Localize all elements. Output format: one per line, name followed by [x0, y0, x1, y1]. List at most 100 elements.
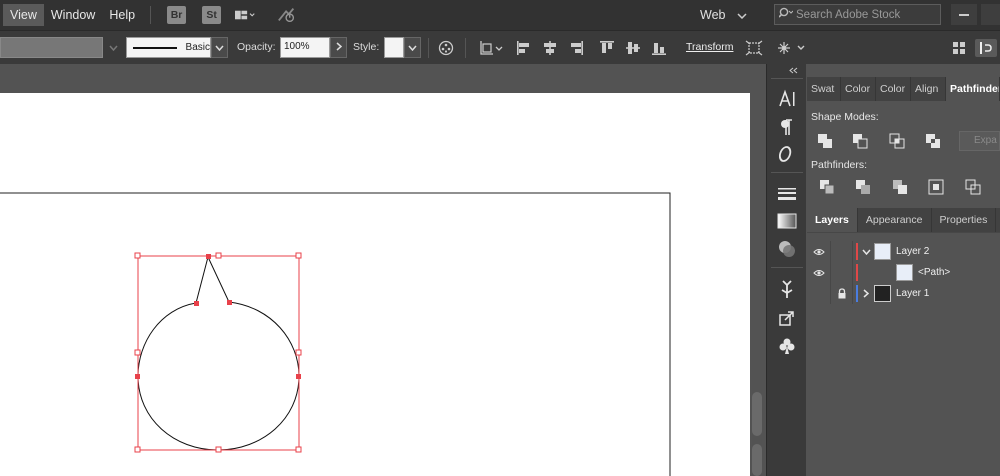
layer-list-top-border	[807, 232, 1000, 233]
tab-swatches[interactable]: Swat	[807, 77, 841, 101]
tab-properties[interactable]: Properties	[932, 208, 997, 232]
trim-icon[interactable]	[855, 179, 871, 195]
arrange-documents-icon[interactable]	[235, 6, 255, 24]
layer-thumbnail	[874, 285, 891, 302]
path-name[interactable]: <Path>	[918, 267, 950, 278]
layer-row-layer-1[interactable]: Layer 1	[807, 283, 1000, 304]
fill-dropdown[interactable]	[104, 37, 122, 58]
transform-link[interactable]: Transform	[686, 41, 733, 53]
exclude-icon[interactable]	[925, 133, 941, 149]
align-to-icon[interactable]	[478, 39, 504, 57]
style-dropdown[interactable]	[404, 37, 421, 58]
club-symbol-icon[interactable]	[776, 335, 798, 357]
opacity-slider-button[interactable]	[330, 37, 347, 58]
graphic-style-swatch[interactable]	[384, 37, 404, 58]
layers-panel: Layers Appearance Properties Layer 2 <Pa…	[807, 208, 1000, 476]
visibility-eye-icon[interactable]	[807, 262, 831, 283]
tab-layers[interactable]: Layers	[807, 208, 858, 232]
workspace-switcher[interactable]: Web	[700, 4, 748, 26]
maximize-button[interactable]	[981, 4, 1000, 25]
chevron-right-icon[interactable]	[858, 283, 874, 304]
separator	[771, 78, 803, 79]
layer-name[interactable]: Layer 2	[896, 246, 929, 257]
opentype-panel-icon[interactable]	[776, 143, 798, 165]
tab-color[interactable]: Color	[841, 77, 876, 101]
unite-icon[interactable]	[817, 133, 833, 149]
vertical-scrollbar-thumb[interactable]	[752, 392, 762, 436]
selection-bounding-box[interactable]	[137, 255, 300, 451]
style-label: Style:	[353, 41, 380, 53]
isolate-object-icon[interactable]	[745, 39, 763, 57]
artwork-layer	[0, 192, 671, 476]
tab-appearance[interactable]: Appearance	[858, 208, 932, 232]
arrange-panels-icon[interactable]	[950, 39, 968, 57]
chevron-down-icon	[737, 8, 748, 22]
minimize-button[interactable]	[951, 4, 977, 25]
tab-pathfinder[interactable]: Pathfinder	[946, 77, 1000, 101]
pathfinders-label: Pathfinders:	[811, 159, 868, 171]
chevron-down-icon[interactable]	[858, 241, 874, 262]
separator	[771, 267, 803, 268]
scrollbar-lower-thumb[interactable]	[752, 444, 762, 476]
fill-swatch[interactable]	[0, 37, 103, 58]
tab-align[interactable]: Align	[911, 77, 946, 101]
collapse-dock-icon[interactable]	[789, 66, 798, 76]
search-input[interactable]	[796, 8, 936, 21]
gpu-performance-icon[interactable]	[277, 6, 297, 24]
anchor-points[interactable]	[135, 254, 301, 379]
control-bar: Basic Opacity: 100% Style: Transform	[0, 30, 1000, 64]
align-top-icon[interactable]	[598, 39, 616, 57]
opacity-label[interactable]: Opacity:	[237, 41, 276, 53]
separator	[465, 38, 466, 58]
stock-button[interactable]: St	[202, 6, 222, 24]
align-left-icon[interactable]	[515, 39, 533, 57]
tab-color-guide[interactable]: Color	[876, 77, 911, 101]
crop-icon[interactable]	[928, 179, 944, 195]
gradient-panel-icon[interactable]	[776, 210, 798, 232]
expand-button[interactable]: Expa	[959, 131, 1000, 151]
panel-menu-icon[interactable]	[975, 39, 997, 57]
artboard-border	[0, 192, 671, 476]
minus-front-icon[interactable]	[852, 133, 868, 149]
layer-name[interactable]: Layer 1	[896, 288, 929, 299]
transparency-panel-icon[interactable]	[776, 238, 798, 260]
character-panel-icon[interactable]	[776, 88, 798, 110]
outline-icon[interactable]	[965, 179, 981, 195]
stroke-dropdown[interactable]	[211, 37, 228, 58]
align-bottom-icon[interactable]	[650, 39, 668, 57]
layer-row-path[interactable]: <Path>	[807, 262, 1000, 283]
pathfinder-panel: Swat Color Color Align Pathfinder Shape …	[807, 77, 1000, 202]
lock-icon[interactable]	[831, 283, 853, 304]
opacity-field[interactable]: 100%	[280, 37, 330, 58]
merge-icon[interactable]	[892, 179, 908, 195]
separator	[428, 38, 429, 58]
align-horizontal-center-icon[interactable]	[541, 39, 559, 57]
collapsed-panel-dock	[766, 64, 806, 476]
menu-view[interactable]: View	[3, 4, 44, 26]
layer-row-layer-2[interactable]: Layer 2	[807, 241, 1000, 262]
document-tab-area	[0, 64, 766, 93]
align-right-icon[interactable]	[567, 39, 585, 57]
lock-toggle[interactable]	[831, 262, 853, 283]
layer-thumbnail	[874, 243, 891, 260]
bridge-button[interactable]: Br	[167, 6, 187, 24]
intersect-icon[interactable]	[889, 133, 905, 149]
selected-path[interactable]	[137, 255, 300, 451]
menu-help[interactable]: Help	[102, 4, 142, 26]
stroke-profile[interactable]: Basic	[126, 37, 211, 58]
menu-window[interactable]: Window	[44, 4, 102, 26]
align-vertical-center-icon[interactable]	[624, 39, 642, 57]
visibility-eye-icon[interactable]	[807, 241, 831, 262]
stock-search[interactable]	[774, 4, 941, 25]
puppet-warp-icon[interactable]	[776, 39, 808, 57]
indent-spacer	[858, 262, 896, 283]
stroke-panel-icon[interactable]	[776, 183, 798, 205]
symbols-panel-icon[interactable]	[776, 278, 798, 300]
lock-toggle[interactable]	[831, 241, 853, 262]
visibility-toggle[interactable]	[807, 283, 831, 304]
paragraph-panel-icon[interactable]	[776, 116, 798, 138]
bounding-box-handles[interactable]	[134, 252, 302, 453]
asset-export-panel-icon[interactable]	[776, 307, 798, 329]
divide-icon[interactable]	[819, 179, 835, 195]
recolor-artwork-icon[interactable]	[437, 39, 455, 57]
